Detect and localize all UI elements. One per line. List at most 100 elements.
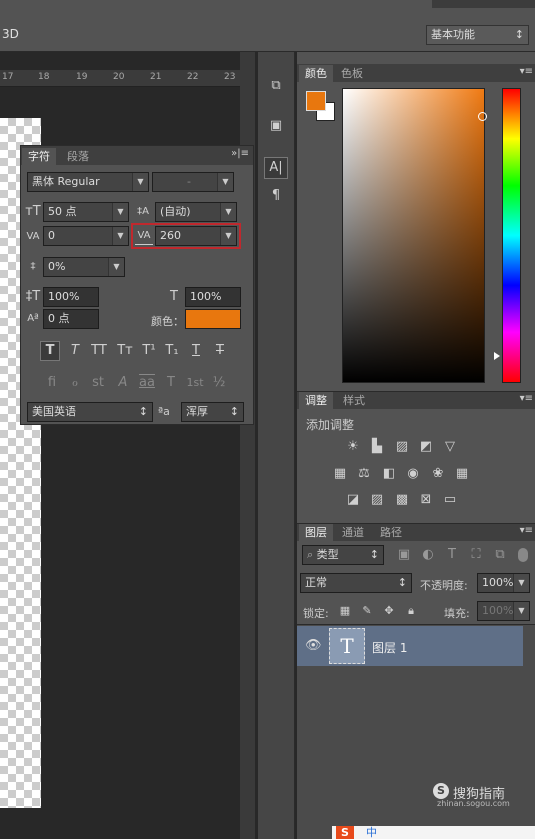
filter-toggle[interactable]	[518, 548, 528, 562]
stylistic-alt-button[interactable]: aa	[136, 375, 158, 391]
color-picker-marker[interactable]	[478, 112, 487, 121]
kerning-value: 0	[48, 229, 55, 242]
brightness-icon[interactable]: ☀	[344, 439, 362, 455]
ruler-mark: 19	[76, 72, 88, 82]
filter-type-icon[interactable]: T	[444, 547, 460, 563]
history-icon[interactable]: ⧉	[266, 78, 286, 94]
lock-transparent-icon[interactable]: ▦	[338, 603, 352, 619]
curves-icon[interactable]: ▨	[393, 439, 411, 455]
lock-position-icon[interactable]: ✥	[382, 603, 396, 619]
tab-swatches[interactable]: 色板	[335, 65, 369, 82]
color-label: 颜色：	[151, 315, 184, 328]
filter-smart-icon[interactable]: ⧉	[492, 547, 508, 563]
photo-filter-icon[interactable]: ◉	[404, 466, 422, 482]
layer-filter-value: 类型	[316, 548, 339, 561]
antialias-icon: ªa	[158, 405, 170, 418]
tab-styles[interactable]: 样式	[337, 392, 371, 409]
antialias-select[interactable]: 浑厚 ↕	[181, 402, 244, 422]
panel-menu-icon[interactable]: »|≡	[231, 148, 249, 159]
font-size-select[interactable]: 50 点 ▼	[43, 202, 129, 222]
layer-filter-select[interactable]: ⌕ 类型 ↕	[302, 545, 384, 565]
black-white-icon[interactable]: ◧	[380, 466, 398, 482]
tab-paragraph[interactable]: 段落	[61, 148, 95, 165]
lock-all-icon[interactable]: 🔒︎	[404, 603, 418, 619]
language-select[interactable]: 美国英语 ↕	[27, 402, 153, 422]
tab-layers[interactable]: 图层	[299, 524, 333, 541]
blend-mode-select[interactable]: 正常 ↕	[300, 573, 412, 593]
tracking-select[interactable]: 260 ▼	[155, 226, 237, 246]
faux-italic-button[interactable]: T	[65, 343, 85, 359]
channel-mixer-icon[interactable]: ❀	[429, 466, 447, 482]
tab-character[interactable]: 字符	[22, 148, 56, 165]
underline-button[interactable]: T	[186, 343, 206, 359]
ime-logo-icon[interactable]: S	[336, 826, 354, 839]
ligature-button[interactable]: fi	[42, 375, 62, 391]
posterize-icon[interactable]: ▨	[368, 492, 386, 508]
exposure-icon[interactable]: ◩	[417, 439, 435, 455]
ruler-mark: 18	[38, 72, 50, 82]
panel-menu-icon[interactable]: ▾≡	[520, 66, 533, 77]
selective-color-icon[interactable]: ⊠	[417, 492, 435, 508]
antialias-value: 浑厚	[186, 405, 208, 418]
kerning-select[interactable]: 0 ▼	[43, 226, 129, 246]
titling-alt-button[interactable]: T	[161, 375, 181, 391]
superscript-button[interactable]: T¹	[139, 343, 159, 359]
invert-icon[interactable]: ◪	[344, 492, 362, 508]
eye-icon[interactable]: 👁︎	[305, 638, 322, 653]
filter-adjustment-icon[interactable]: ◐	[420, 547, 436, 563]
gradient-map-icon[interactable]: ▭	[441, 492, 459, 508]
3d-icon[interactable]: ▣	[266, 118, 286, 134]
ruler-mark: 20	[113, 72, 125, 82]
strikethrough-button[interactable]: T	[210, 343, 230, 359]
layer-row[interactable]: 👁︎ T 图层 1	[297, 626, 523, 666]
hscale-input[interactable]: 100%	[185, 287, 241, 307]
vibrance-icon[interactable]: ▽	[441, 439, 459, 455]
foreground-color-swatch[interactable]	[306, 91, 326, 111]
vscale-select[interactable]: 0% ▼	[43, 257, 125, 277]
leading-icon: ‡A	[137, 206, 149, 217]
opacity-select[interactable]: 100% ▼	[477, 573, 530, 593]
panel-menu-icon[interactable]: ▾≡	[520, 393, 533, 404]
tab-paths[interactable]: 路径	[374, 524, 408, 541]
filter-shape-icon[interactable]: ⛶	[468, 547, 484, 563]
font-family-select[interactable]: 黑体 Regular ▼	[27, 172, 149, 192]
discretionary-ligature-button[interactable]: st	[88, 375, 108, 391]
color-balance-icon[interactable]: ⚖	[355, 466, 373, 482]
hue-slider-marker[interactable]	[494, 352, 500, 360]
vscale-input[interactable]: 100%	[43, 287, 99, 307]
contextual-alt-button[interactable]: ℴ	[65, 375, 85, 391]
hue-slider[interactable]	[502, 88, 521, 383]
watermark: S 搜狗指南 zhinan.sogou.com	[433, 781, 528, 808]
ime-mode-text[interactable]: 中	[366, 826, 377, 839]
fill-select[interactable]: 100% ▼	[477, 601, 530, 621]
saturation-brightness-field[interactable]	[342, 88, 485, 383]
tracking-icon: VA	[135, 228, 153, 245]
swash-button[interactable]: A	[113, 375, 133, 391]
levels-icon[interactable]: ▙	[368, 439, 386, 455]
text-color-swatch[interactable]	[185, 309, 241, 329]
paragraph-icon[interactable]: ¶	[266, 188, 286, 204]
baseline-input[interactable]: 0 点	[43, 309, 99, 329]
fractions-button[interactable]: ½	[209, 375, 229, 391]
leading-select[interactable]: (自动) ▼	[155, 202, 237, 222]
tab-channels[interactable]: 通道	[336, 524, 370, 541]
lock-image-icon[interactable]: ✎	[360, 603, 374, 619]
ordinals-button[interactable]: 1st	[183, 375, 207, 391]
color-lookup-icon[interactable]: ▦	[453, 466, 471, 482]
subscript-button[interactable]: T₁	[162, 343, 182, 359]
character-icon[interactable]: A|	[264, 157, 288, 179]
menu-3d[interactable]: 3D	[2, 27, 19, 41]
tab-color[interactable]: 颜色	[299, 65, 333, 82]
font-style-select[interactable]: - ▼	[152, 172, 234, 192]
faux-bold-button[interactable]: T	[40, 341, 60, 361]
panel-menu-icon[interactable]: ▾≡	[520, 525, 533, 536]
font-size-icon: тT	[25, 204, 41, 219]
tab-adjustments[interactable]: 调整	[299, 392, 333, 409]
layer-name[interactable]: 图层 1	[372, 639, 407, 656]
workspace-select[interactable]: 基本功能 ↕	[426, 25, 529, 45]
all-caps-button[interactable]: TT	[87, 343, 111, 359]
small-caps-button[interactable]: Tт	[113, 343, 137, 359]
threshold-icon[interactable]: ▩	[393, 492, 411, 508]
filter-pixel-icon[interactable]: ▣	[396, 547, 412, 563]
hue-saturation-icon[interactable]: ▦	[331, 466, 349, 482]
